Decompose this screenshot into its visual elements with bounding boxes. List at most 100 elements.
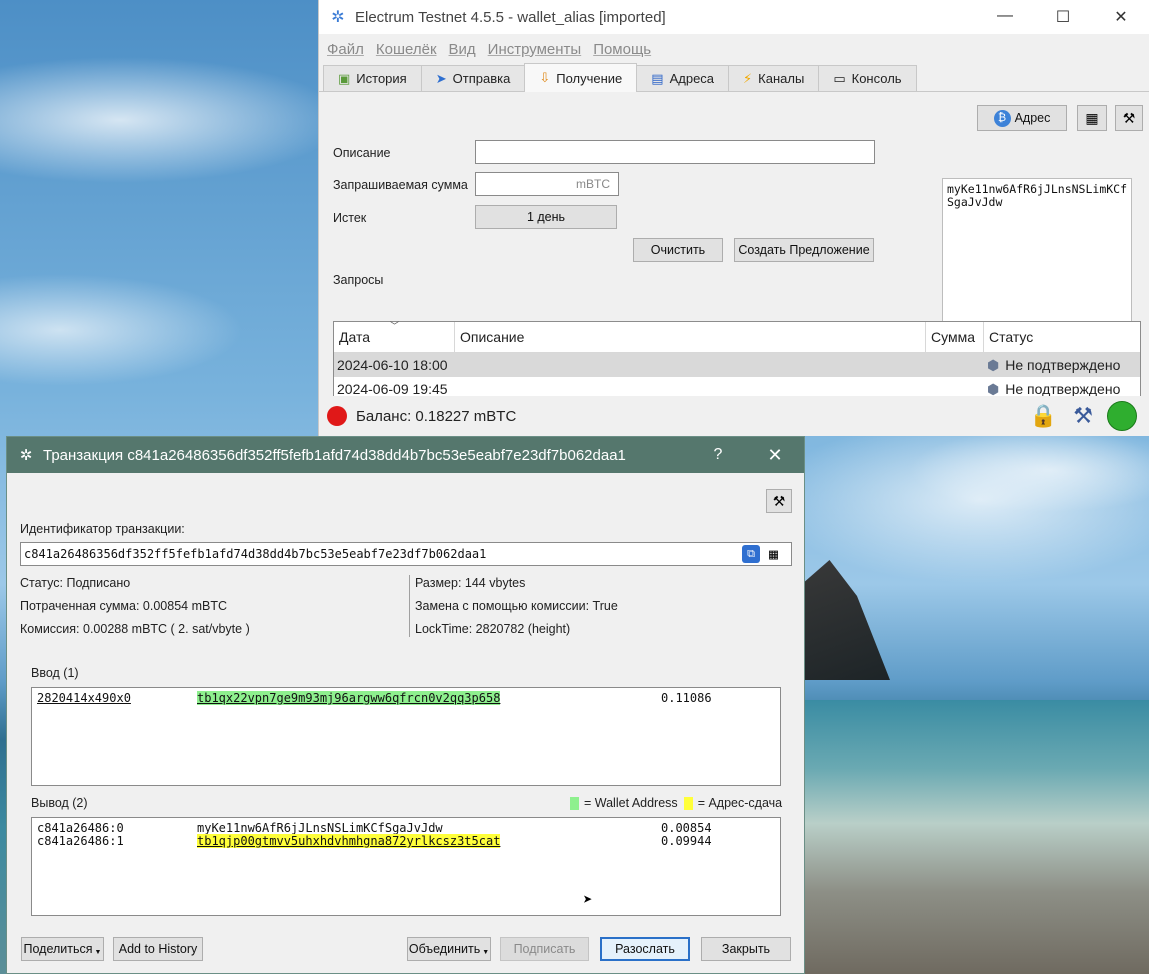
tab-console[interactable]: ▭ Консоль: [818, 65, 917, 91]
receive-address-display[interactable]: myKe11nw6AfR6jJLnsNSLimKCfSgaJvJdw: [942, 178, 1132, 328]
close-button[interactable]: ✕: [1092, 7, 1149, 27]
tx-status: Статус: Подписано: [20, 576, 131, 590]
request-status-text: Не подтверждено: [1005, 357, 1121, 373]
background-beach: [805, 700, 1149, 974]
electrum-logo-icon: ✲: [331, 9, 345, 26]
tx-size: Размер: 144 vbytes: [415, 576, 526, 590]
change-legend-swatch: [683, 796, 693, 810]
output-amount: 0.09944: [661, 834, 712, 848]
expiry-select[interactable]: 1 день: [475, 205, 617, 229]
menu-help[interactable]: Помощь: [593, 41, 651, 58]
receive-panel: ₿ Адрес ▦ ⚒ Описание Запрашиваемая сумма…: [319, 92, 1149, 407]
unconfirmed-icon: ⬢: [987, 356, 1000, 373]
address-button-label: Адрес: [1014, 111, 1051, 125]
tx-locktime: LockTime: 2820782 (height): [415, 622, 571, 636]
help-button[interactable]: ?: [690, 446, 746, 464]
tab-channels-label: Каналы: [758, 71, 805, 86]
copy-icon[interactable]: ⧉: [742, 545, 760, 563]
amount-input[interactable]: mBTC: [475, 172, 619, 196]
description-input[interactable]: [475, 140, 875, 164]
clear-button[interactable]: Очистить: [633, 238, 723, 262]
share-button[interactable]: Поделиться ▼: [21, 937, 104, 961]
tab-receive-label: Получение: [556, 70, 623, 86]
column-amount[interactable]: Сумма: [926, 322, 984, 352]
tools-icon: ⚒: [1122, 109, 1136, 126]
input-amount: 0.11086: [661, 691, 712, 705]
wallet-legend-swatch: [570, 796, 579, 810]
lock-icon[interactable]: 🔒: [1030, 403, 1057, 429]
combine-button-label: Объединить: [408, 942, 481, 956]
inputs-list[interactable]: 2820414x490x0 tb1qx22vpn7ge9m93mj96argww…: [31, 687, 781, 786]
mouse-cursor-icon: ➤: [583, 890, 593, 909]
balance-text[interactable]: Баланс: 0.18227 mBTC: [356, 408, 1030, 425]
dialog-tools-button[interactable]: ⚒: [766, 489, 792, 513]
preferences-icon[interactable]: ⚒: [1073, 403, 1093, 429]
receive-icon: ⇩: [539, 70, 551, 85]
main-tabs: ▣ История ➤ Отправка ⇩ Получение ▤ Адрес…: [319, 63, 1149, 92]
description-label: Описание: [333, 146, 391, 160]
tools-menu-button[interactable]: ⚒: [1115, 105, 1143, 131]
tab-send[interactable]: ➤ Отправка: [420, 65, 526, 91]
menu-wallet[interactable]: Кошелёк: [376, 41, 437, 58]
status-bar: Баланс: 0.18227 mBTC 🔒 ⚒: [319, 396, 1149, 436]
output-address[interactable]: myKe11nw6AfR6jJLnsNSLimKCfSgaJvJdw: [197, 821, 443, 835]
output-outpoint: c841a26486:1: [37, 834, 124, 848]
tab-addresses[interactable]: ▤ Адреса: [636, 65, 730, 91]
column-description[interactable]: Описание: [455, 322, 926, 352]
input-address[interactable]: tb1qx22vpn7ge9m93mj96argww6qfrcn0v2qq3p6…: [197, 691, 501, 705]
history-icon: ▣: [338, 70, 351, 86]
tab-receive[interactable]: ⇩ Получение: [524, 63, 638, 92]
txid-field[interactable]: c841a26486356df352ff5fefb1afd74d38dd4b7b…: [20, 542, 792, 566]
column-status[interactable]: Статус: [984, 322, 1140, 352]
tab-console-label: Консоль: [851, 71, 902, 86]
send-icon: ➤: [435, 70, 447, 86]
output-amount: 0.00854: [661, 821, 712, 835]
network-status-icon[interactable]: [1107, 401, 1137, 431]
lightning-icon: ⚡: [743, 70, 753, 86]
address-button[interactable]: ₿ Адрес: [977, 105, 1067, 131]
sign-button[interactable]: Подписать: [500, 937, 589, 961]
minimize-button[interactable]: —: [976, 7, 1034, 27]
unconfirmed-icon: ⬢: [987, 380, 1000, 397]
broadcast-button[interactable]: Разослать: [600, 937, 690, 961]
qr-code-button[interactable]: ▦: [1077, 105, 1107, 131]
output-outpoint: c841a26486:0: [37, 821, 124, 835]
outputs-label: Вывод (2): [31, 796, 88, 810]
requests-label: Запросы: [333, 273, 384, 287]
menu-tools[interactable]: Инструменты: [488, 41, 582, 58]
sort-indicator-icon: ﹀: [390, 321, 400, 331]
tx-fee: Комиссия: 0.00288 mBTC ( 2. sat/vbyte ): [20, 622, 250, 636]
dialog-close-button[interactable]: ✕: [746, 445, 804, 466]
menu-file[interactable]: Файл: [327, 41, 364, 58]
qr-code-icon[interactable]: ▦: [769, 543, 778, 565]
change-legend-text: = Адрес-сдача: [697, 796, 783, 810]
menu-view[interactable]: Вид: [449, 41, 476, 58]
input-outpoint[interactable]: 2820414x490x0: [37, 691, 131, 705]
tab-addresses-label: Адреса: [669, 71, 715, 86]
menu-bar: Файл Кошелёк Вид Инструменты Помощь: [319, 34, 1149, 64]
tab-history[interactable]: ▣ История: [323, 65, 422, 91]
outputs-list[interactable]: c841a26486:0 myKe11nw6AfR6jJLnsNSLimKCfS…: [31, 817, 781, 916]
output-change-address[interactable]: tb1qjp00gtmvv5uhxhdvhmhgna872yrlkcsz3t5c…: [197, 834, 501, 848]
create-request-button[interactable]: Создать Предложение: [734, 238, 874, 262]
main-window-title: Electrum Testnet 4.5.5 - wallet_alias [i…: [355, 8, 666, 26]
add-to-history-button[interactable]: Add to History: [113, 937, 203, 961]
tools-icon: ⚒: [772, 492, 786, 509]
address-legend: = Wallet Address = Адрес-сдача: [570, 796, 782, 810]
maximize-button[interactable]: ☐: [1034, 7, 1092, 27]
amount-unit: mBTC: [576, 177, 610, 191]
tab-channels[interactable]: ⚡ Каналы: [728, 65, 820, 91]
table-row[interactable]: 2024-06-10 18:00 ⬢ Не подтверждено: [334, 353, 1140, 377]
transaction-dialog: ✲ Транзакция c841a26486356df352ff5fefb1a…: [6, 436, 805, 974]
txid-label: Идентификатор транзакции:: [20, 522, 185, 536]
qr-code-icon: ▦: [1085, 109, 1099, 126]
combine-button[interactable]: Объединить ▼: [407, 937, 491, 961]
request-status-text: Не подтверждено: [1005, 381, 1121, 397]
main-titlebar: ✲ Electrum Testnet 4.5.5 - wallet_alias …: [319, 0, 1149, 34]
request-amount: [926, 353, 984, 377]
tab-send-label: Отправка: [452, 71, 511, 86]
dialog-close-action-button[interactable]: Закрыть: [701, 937, 791, 961]
addresses-icon: ▤: [651, 70, 664, 86]
electrum-main-window: ✲ Electrum Testnet 4.5.5 - wallet_alias …: [318, 0, 1149, 436]
sync-status-icon: [327, 406, 347, 426]
